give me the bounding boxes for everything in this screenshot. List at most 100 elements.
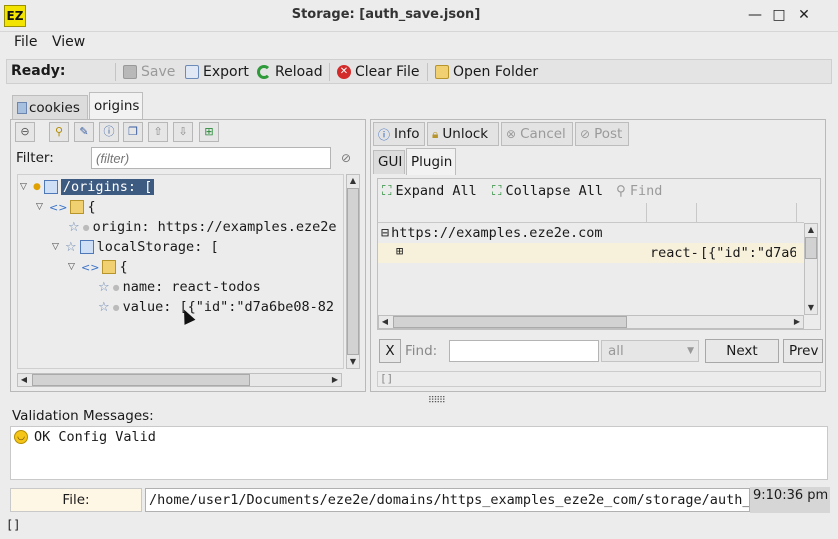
tree-node-object[interactable]: ▽ <> {: [36, 197, 96, 217]
tab-plugin[interactable]: Plugin: [406, 148, 456, 175]
collapse-arrow-icon[interactable]: ▽: [68, 262, 78, 272]
export-button[interactable]: Export: [181, 62, 249, 82]
maximize-button[interactable]: □: [770, 6, 788, 24]
brackets-icon: <>: [81, 260, 100, 274]
scroll-up-icon[interactable]: ▲: [805, 224, 817, 236]
move-up-icon[interactable]: ⇧: [148, 122, 168, 142]
column-header-row: [378, 203, 804, 223]
find-prev-button[interactable]: Prev: [783, 339, 823, 363]
lock-icon: 🔒︎: [432, 126, 439, 141]
filter-input[interactable]: [91, 147, 331, 169]
status-ready: Ready:: [11, 63, 66, 79]
filter-label: Filter:: [16, 150, 54, 166]
tree-node-object[interactable]: ▽ <> {: [68, 257, 128, 277]
cancel-button[interactable]: ⊗ Cancel: [501, 122, 573, 146]
item-value-cell: [{"id":"d7a6: [700, 245, 796, 261]
origin-row[interactable]: ⊟ https://examples.eze2e.com: [381, 225, 602, 241]
menu-view[interactable]: View: [52, 34, 85, 50]
close-window-button[interactable]: ✕: [795, 6, 813, 24]
open-folder-button[interactable]: Open Folder: [431, 62, 538, 82]
tree-vertical-scrollbar[interactable]: ▲ ▼: [346, 174, 360, 369]
scroll-left-icon[interactable]: ◀: [18, 374, 30, 386]
scroll-right-icon[interactable]: ▶: [791, 316, 803, 328]
brackets-icon: <>: [49, 200, 68, 214]
scrollbar-thumb[interactable]: [32, 374, 250, 386]
key-icon[interactable]: ⚲: [49, 122, 69, 142]
find-input[interactable]: [449, 340, 599, 362]
column-divider: [796, 203, 797, 223]
collapse-icon: ⛶: [492, 183, 502, 199]
collapse-all-button[interactable]: ⛶ Collapse All: [492, 183, 603, 199]
find-close-button[interactable]: X: [379, 339, 401, 363]
scrollbar-thumb[interactable]: [347, 188, 359, 355]
plugin-view: ⛶ Expand All ⛶ Collapse All ⚲ Find ⊟ htt…: [377, 178, 821, 330]
array-icon: [79, 240, 94, 254]
storage-item-row[interactable]: ⊞ react- [{"id":"d7a6: [378, 243, 804, 263]
tab-cookies[interactable]: cookies: [12, 95, 88, 119]
filter-clear-icon[interactable]: ⊘: [335, 148, 357, 168]
tree-node-name[interactable]: ☆ ● name: react-todos: [98, 277, 261, 297]
plugin-status: []: [377, 371, 821, 387]
scroll-left-icon[interactable]: ◀: [379, 316, 391, 328]
folder-icon: [435, 65, 449, 79]
edit-node-icon[interactable]: ✎: [74, 122, 94, 142]
toolbar-separator: [115, 63, 116, 81]
tab-origins[interactable]: origins: [89, 92, 143, 119]
magnifier-icon: ⚲: [616, 183, 626, 199]
star-icon: ☆: [68, 219, 80, 235]
scroll-down-icon[interactable]: ▼: [347, 356, 359, 368]
find-next-button[interactable]: Next: [705, 339, 779, 363]
file-path-field[interactable]: /home/user1/Documents/eze2e/domains/http…: [145, 488, 750, 512]
info-node-icon[interactable]: ⓘ: [99, 122, 119, 142]
move-down-icon[interactable]: ⇩: [173, 122, 193, 142]
tree-node-origins[interactable]: ▽ ● /origins: [: [20, 177, 155, 197]
clear-file-button[interactable]: ✕ Clear File: [333, 62, 420, 82]
collapse-arrow-icon[interactable]: ▽: [20, 182, 30, 192]
scroll-up-icon[interactable]: ▲: [347, 175, 359, 187]
expand-all-button[interactable]: ⛶ Expand All: [382, 183, 477, 199]
collapse-node-icon[interactable]: ⊖: [15, 122, 35, 142]
scroll-down-icon[interactable]: ▼: [805, 302, 817, 314]
scrollbar-thumb[interactable]: [393, 316, 627, 328]
post-button[interactable]: ⊘ Post: [575, 122, 629, 146]
unlock-button[interactable]: 🔒︎ Unlock: [427, 122, 499, 146]
minimize-button[interactable]: —: [746, 6, 764, 24]
cancel-icon: ⊗: [506, 127, 517, 141]
tree-node-value[interactable]: ☆ ● value: [{"id":"d7a6be08-82: [98, 297, 334, 317]
tree-node-localstorage[interactable]: ▽ ☆ localStorage: [: [52, 237, 219, 257]
scroll-right-icon[interactable]: ▶: [329, 374, 341, 386]
dot-icon: ●: [33, 182, 41, 192]
clock: 9:10:36 pm: [750, 487, 830, 513]
collapse-arrow-icon[interactable]: ▽: [36, 202, 46, 212]
find-scope-select[interactable]: all ▼: [601, 340, 699, 362]
dot-icon: ●: [112, 282, 120, 292]
info-button[interactable]: ⓘ Info: [373, 122, 425, 146]
detail-panel: ⓘ Info 🔒︎ Unlock ⊗ Cancel ⊘ Post GUI Plu…: [370, 119, 826, 392]
add-node-icon[interactable]: ⊞: [199, 122, 219, 142]
tree-node-origin[interactable]: ☆ ● origin: https://examples.eze2e: [68, 217, 336, 237]
find-label: Find:: [405, 343, 438, 359]
export-icon: [185, 65, 199, 79]
expand-box-icon[interactable]: ⊞: [396, 244, 403, 258]
plugin-horizontal-scrollbar[interactable]: ◀ ▶: [378, 315, 804, 329]
title-bar: EZ Storage: [auth_save.json] — □ ✕: [0, 0, 838, 32]
main-toolbar: Ready: Save Export Reload ✕ Clear File O…: [6, 59, 832, 84]
copy-node-icon[interactable]: ❐: [123, 122, 143, 142]
plugin-vertical-scrollbar[interactable]: ▲ ▼: [804, 223, 818, 315]
star-icon: ☆: [65, 239, 77, 255]
collapse-arrow-icon[interactable]: ▽: [52, 242, 62, 252]
scrollbar-thumb[interactable]: [805, 237, 817, 259]
splitter-grip[interactable]: ⠿⠿⠿: [428, 396, 446, 406]
reload-button[interactable]: Reload: [253, 62, 323, 82]
tab-gui[interactable]: GUI: [373, 150, 405, 174]
json-tree: ▽ ● /origins: [ ▽ <> { ☆ ● origin: https…: [17, 174, 344, 369]
tree-horizontal-scrollbar[interactable]: ◀ ▶: [17, 373, 342, 387]
toolbar-separator: [329, 63, 330, 81]
file-label: File:: [10, 488, 142, 512]
menu-file[interactable]: File: [14, 34, 37, 50]
array-icon: [43, 180, 58, 194]
save-button[interactable]: Save: [119, 62, 175, 82]
cookie-icon: [17, 101, 27, 114]
collapse-box-icon[interactable]: ⊟: [381, 225, 389, 241]
find-button[interactable]: ⚲ Find: [616, 183, 662, 199]
